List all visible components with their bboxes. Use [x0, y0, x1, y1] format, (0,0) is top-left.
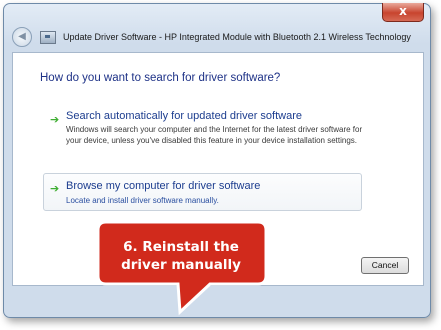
window-title: Update Driver Software - HP Integrated M… [63, 32, 411, 42]
browse-computer-option[interactable]: ➔ Browse my computer for driver software… [43, 173, 362, 211]
title-bar: ◀ Update Driver Software - HP Integrated… [12, 26, 422, 48]
green-arrow-icon: ➔ [50, 113, 60, 126]
option-title: Browse my computer for driver software [66, 180, 261, 192]
device-manager-icon [40, 30, 56, 44]
option-description: Windows will search your computer and th… [66, 125, 363, 145]
callout-text: 6. Reinstall the driver manually [96, 238, 266, 274]
option-description: Locate and install driver software manua… [66, 196, 219, 205]
green-arrow-icon: ➔ [50, 182, 60, 195]
search-automatically-option[interactable]: ➔ Search automatically for updated drive… [44, 110, 362, 160]
callout-line-1: 6. Reinstall the [123, 239, 239, 255]
back-button[interactable]: ◀ [12, 27, 32, 47]
close-button[interactable]: x [382, 3, 424, 22]
cancel-button[interactable]: Cancel [361, 257, 409, 274]
dialog-heading: How do you want to search for driver sof… [40, 72, 281, 84]
callout-line-2: driver manually [121, 257, 241, 273]
option-title: Search automatically for updated driver … [66, 110, 303, 122]
